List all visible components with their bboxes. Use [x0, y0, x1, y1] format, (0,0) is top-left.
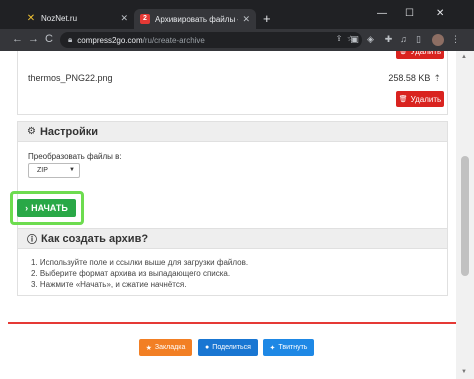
browser-toolbar: ← → C 🔒︎ compress2go.com/ru/create-archi…	[0, 29, 474, 51]
scrollbar[interactable]: ▲ ▼	[456, 51, 474, 379]
twitter-label: Твитнуть	[278, 344, 308, 351]
address-bar[interactable]: 🔒︎ compress2go.com/ru/create-archive ⇪ ☆	[60, 32, 362, 48]
forward-button[interactable]: →	[28, 33, 39, 46]
tab-title: NozNet.ru	[41, 14, 78, 23]
minimize-button[interactable]: —	[377, 8, 387, 19]
trash-icon: 🗑︎	[398, 96, 408, 103]
address-host: compress2go.com	[77, 35, 143, 45]
file-list-panel: 🗑︎ Удалить thermos_PNG22.png 258.58 KB ⇡ 🗑…	[17, 51, 448, 115]
facebook-icon: ●	[205, 344, 210, 351]
facebook-share-button[interactable]: ● Поделиться	[198, 339, 258, 356]
howto-steps: 1. Используйте поле и ссылки выше для за…	[31, 257, 248, 290]
delete-button[interactable]: 🗑︎ Удалить	[396, 51, 444, 59]
media-icon[interactable]: ♫	[398, 34, 409, 45]
back-button[interactable]: ←	[12, 33, 23, 46]
tab-compress2go[interactable]: 2 Архивировать файлы — Сжима ✕	[134, 9, 256, 29]
gears-icon: ⚙	[27, 126, 36, 137]
settings-title: Настройки	[39, 125, 99, 138]
scroll-up-icon[interactable]: ▲	[461, 54, 467, 60]
file-size-value: 258.58 KB	[388, 73, 431, 83]
scrollbar-thumb[interactable]	[461, 156, 469, 276]
chevron-right-icon: ›	[25, 203, 29, 213]
compress2go-favicon-icon: 2	[140, 14, 150, 24]
page-content: 🗑︎ Удалить thermos_PNG22.png 258.58 KB ⇡ 🗑…	[0, 51, 456, 379]
maximize-button[interactable]: ☐	[405, 8, 414, 19]
start-highlight: › НАЧАТЬ	[10, 191, 84, 225]
bookmark-label: Закладка	[154, 344, 186, 351]
convert-label: Преобразовать файлы в:	[28, 152, 122, 161]
trash-icon: 🗑︎	[398, 51, 408, 55]
extension-icon[interactable]: ◈	[365, 34, 376, 45]
menu-icon[interactable]: ⋮	[450, 34, 461, 45]
delete-button[interactable]: 🗑︎ Удалить	[396, 91, 444, 107]
file-name: thermos_PNG22.png	[28, 73, 113, 83]
reload-button[interactable]: C	[45, 33, 53, 46]
tab-noznet[interactable]: ✕ NozNet.ru ✕	[20, 8, 134, 29]
start-label: НАЧАТЬ	[31, 203, 68, 213]
avatar[interactable]	[432, 34, 444, 46]
new-tab-button[interactable]: +	[263, 12, 271, 25]
sidebar-icon[interactable]: ▯	[413, 34, 424, 45]
howto-panel: ⓘ Как создать архив? 1. Используйте поле…	[17, 228, 448, 296]
lock-icon: 🔒︎	[68, 35, 73, 44]
list-item: 1. Используйте поле и ссылки выше для за…	[31, 258, 249, 267]
star-icon: ★	[145, 344, 152, 352]
close-window-button[interactable]: ✕	[436, 8, 444, 19]
bookmark-button[interactable]: ★ Закладка	[139, 339, 192, 356]
list-item: 2. Выберите формат архива из выпадающего…	[31, 269, 231, 278]
file-size: 258.58 KB ⇡	[388, 73, 441, 84]
delete-label: Удалить	[410, 51, 442, 56]
tweet-button[interactable]: ✦ Твитнуть	[263, 339, 314, 356]
list-item: 3. Нажмите «Начать», и сжатие начнётся.	[31, 280, 187, 289]
twitter-icon: ✦	[269, 344, 276, 352]
delete-label: Удалить	[410, 94, 442, 104]
tab-close-icon[interactable]: ✕	[242, 14, 250, 25]
browser-window: ✕ NozNet.ru ✕ 2 Архивировать файлы — Сжи…	[0, 0, 474, 379]
settings-header: ⚙ Настройки	[18, 122, 447, 142]
noznet-favicon-icon: ✕	[26, 12, 36, 24]
format-select[interactable]: ZIP ▼	[28, 163, 80, 178]
upload-icon: ⇡	[433, 73, 441, 83]
scroll-down-icon[interactable]: ▼	[461, 369, 467, 375]
tab-strip: ✕ NozNet.ru ✕ 2 Архивировать файлы — Сжи…	[0, 0, 474, 29]
chevron-down-icon: ▼	[69, 167, 75, 173]
address-path: /ru/create-archive	[142, 35, 205, 45]
info-icon: ⓘ	[27, 235, 37, 246]
tab-title: Архивировать файлы — Сжима	[155, 14, 238, 24]
extension-icon[interactable]: ▣	[349, 34, 360, 45]
facebook-label: Поделиться	[212, 344, 251, 351]
start-button[interactable]: › НАЧАТЬ	[17, 199, 76, 217]
howto-header: ⓘ Как создать архив?	[18, 229, 447, 249]
howto-title: Как создать архив?	[41, 232, 149, 245]
format-value: ZIP	[37, 167, 48, 174]
tab-close-icon[interactable]: ✕	[120, 13, 128, 24]
puzzle-icon[interactable]: ✚	[383, 34, 394, 45]
footer-divider	[8, 322, 456, 324]
